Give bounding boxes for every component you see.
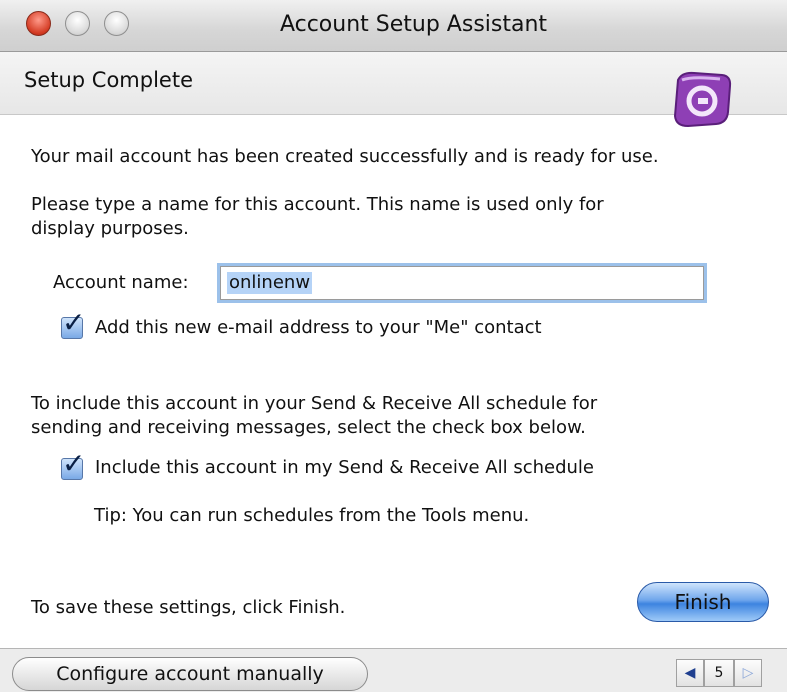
account-name-value: onlinenw (227, 272, 313, 294)
schedule-checkbox[interactable]: ✓ (61, 449, 85, 480)
me-contact-checkbox[interactable]: ✓ (61, 308, 85, 339)
step-title: Setup Complete (24, 68, 194, 92)
finish-button[interactable]: Finish (637, 582, 769, 622)
window-titlebar: Account Setup Assistant (0, 0, 787, 52)
right-arrow-icon: ▷ (742, 665, 754, 681)
left-arrow-icon: ◀ (684, 665, 696, 681)
page-number: 5 (704, 659, 734, 687)
schedule-checkbox-label[interactable]: Include this account in my Send & Receiv… (95, 456, 594, 480)
schedule-instructions-line-1: To include this account in your Send & R… (31, 393, 598, 414)
account-name-label: Account name: (53, 272, 189, 293)
schedule-instructions-line-2: sending and receiving messages, select t… (31, 417, 586, 438)
next-page-button[interactable]: ▷ (734, 659, 762, 687)
configure-manually-button[interactable]: Configure account manually (12, 657, 368, 691)
me-contact-checkbox-label[interactable]: Add this new e-mail address to your "Me"… (95, 316, 542, 340)
name-instructions-line-1: Please type a name for this account. Thi… (31, 194, 604, 215)
save-instruction: To save these settings, click Finish. (31, 597, 346, 618)
name-instructions-line-2: display purposes. (31, 218, 189, 239)
previous-page-button[interactable]: ◀ (676, 659, 704, 687)
account-name-input[interactable]: onlinenw (220, 266, 704, 300)
success-message: Your mail account has been created succe… (31, 146, 659, 167)
entourage-logo-icon (673, 71, 732, 128)
window-title: Account Setup Assistant (279, 12, 548, 37)
checkmark-icon: ✓ (62, 447, 86, 480)
checkmark-icon: ✓ (62, 306, 86, 339)
tip-text: Tip: You can run schedules from the Tool… (94, 505, 530, 526)
